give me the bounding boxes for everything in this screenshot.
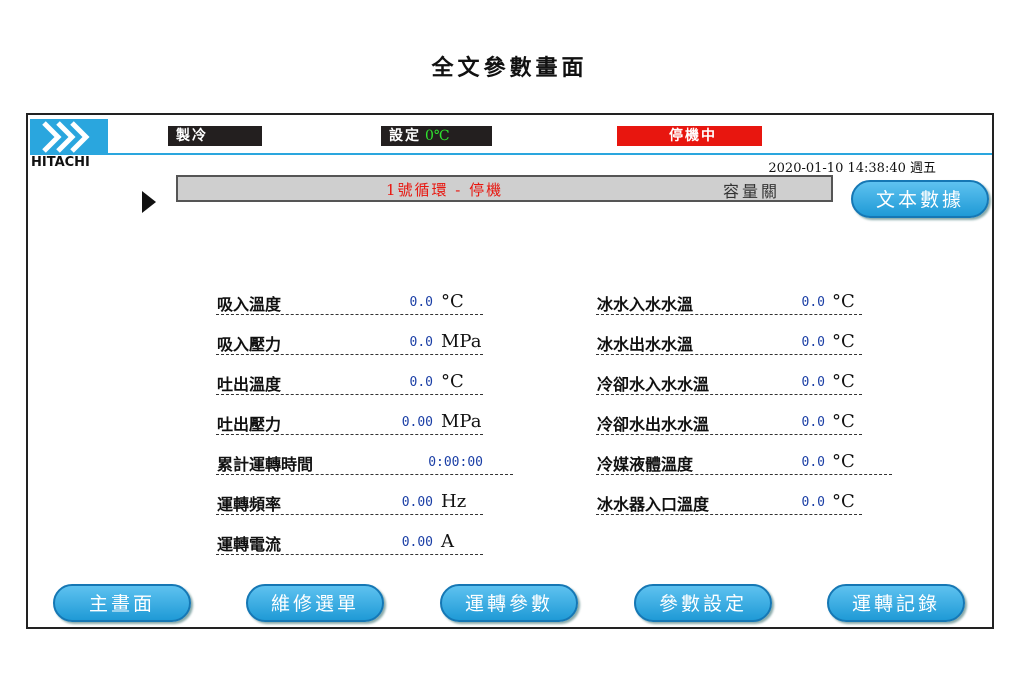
param-value: 0.00 xyxy=(401,415,433,430)
param-unit: Hz xyxy=(441,491,467,512)
hitachi-arrows-icon xyxy=(30,119,108,155)
nav-operation-params-button[interactable]: 運轉參數 xyxy=(440,584,578,622)
nav-operation-log-button[interactable]: 運轉記錄 xyxy=(827,584,965,622)
nav-main-screen-button[interactable]: 主畫面 xyxy=(53,584,191,622)
param-row: 冰水出水水溫 0.0 °C xyxy=(596,331,862,355)
param-row: 運轉電流 0.00 A xyxy=(216,531,483,555)
header-divider xyxy=(108,153,992,155)
mode-badge: 製冷 xyxy=(168,126,262,146)
param-label: 冷媒液體溫度 xyxy=(597,455,694,474)
param-label: 冰水入水水溫 xyxy=(597,295,694,314)
param-label: 運轉頻率 xyxy=(217,495,282,514)
setpoint-badge: 設定 0℃ xyxy=(381,126,492,146)
status-badge: 停機中 xyxy=(617,126,762,146)
param-label: 冰水器入口溫度 xyxy=(597,495,710,514)
param-row: 吸入壓力 0.0 MPa xyxy=(216,331,483,355)
param-value: 0.0 xyxy=(409,335,433,350)
param-label: 吐出壓力 xyxy=(217,415,282,434)
datetime: 2020-01-10 14:38:40 週五 xyxy=(768,161,936,176)
status-bar: 1號循環 - 停機 容量關 xyxy=(176,175,833,202)
param-value: 0.0 xyxy=(409,375,433,390)
play-icon xyxy=(142,191,156,213)
param-row: 冷卻水入水水溫 0.0 °C xyxy=(596,371,862,395)
param-value: 0.00 xyxy=(401,535,433,550)
param-unit: MPa xyxy=(441,331,482,352)
param-unit: °C xyxy=(832,451,855,472)
param-unit: A xyxy=(441,531,454,552)
setpoint-value: 0℃ xyxy=(425,128,450,144)
param-unit: °C xyxy=(832,411,855,432)
param-label: 累計運轉時間 xyxy=(217,455,314,474)
param-unit: °C xyxy=(832,291,855,312)
param-unit: °C xyxy=(441,371,464,392)
param-row: 累計運轉時間 0:00:00 xyxy=(216,451,513,475)
param-row: 冰水入水水溫 0.0 °C xyxy=(596,291,862,315)
param-label: 冷卻水出水水溫 xyxy=(597,415,710,434)
param-label: 冰水出水水溫 xyxy=(597,335,694,354)
param-unit: °C xyxy=(441,291,464,312)
param-value: 0.0 xyxy=(801,375,825,390)
param-row: 吐出壓力 0.00 MPa xyxy=(216,411,483,435)
param-row: 吐出溫度 0.0 °C xyxy=(216,371,483,395)
param-value: 0.00 xyxy=(401,495,433,510)
param-row: 冷卻水出水水溫 0.0 °C xyxy=(596,411,862,435)
param-value: 0.0 xyxy=(801,455,825,470)
param-label: 運轉電流 xyxy=(217,535,282,554)
param-unit: °C xyxy=(832,491,855,512)
hmi-screen: HITACHI 製冷 設定 0℃ 停機中 2020-01-10 14:38:40 … xyxy=(26,113,994,629)
param-value: 0.0 xyxy=(801,415,825,430)
nav-maintenance-menu-button[interactable]: 維修選單 xyxy=(246,584,384,622)
loop-status: 1號循環 - 停機 xyxy=(386,181,504,199)
param-label: 冷卻水入水水溫 xyxy=(597,375,710,394)
param-value: 0.0 xyxy=(801,335,825,350)
param-unit: °C xyxy=(832,331,855,352)
param-unit: MPa xyxy=(441,411,482,432)
param-label: 吸入壓力 xyxy=(217,335,282,354)
param-value: 0:00:00 xyxy=(428,455,483,470)
param-label: 吸入溫度 xyxy=(217,295,282,314)
page-caption: 全文參數畫面 xyxy=(431,56,588,81)
param-value: 0.0 xyxy=(409,295,433,310)
setpoint-label: 設定 xyxy=(389,128,421,144)
capacity-status: 容量關 xyxy=(723,182,781,201)
param-row: 冷媒液體溫度 0.0 °C xyxy=(596,451,892,475)
text-data-button[interactable]: 文本數據 xyxy=(851,180,989,218)
param-row: 運轉頻率 0.00 Hz xyxy=(216,491,483,515)
param-label: 吐出溫度 xyxy=(217,375,282,394)
nav-param-settings-button[interactable]: 參數設定 xyxy=(634,584,772,622)
param-row: 冰水器入口溫度 0.0 °C xyxy=(596,491,862,515)
param-unit: °C xyxy=(832,371,855,392)
brand-logo: HITACHI xyxy=(31,155,90,170)
param-value: 0.0 xyxy=(801,295,825,310)
param-value: 0.0 xyxy=(801,495,825,510)
param-row: 吸入溫度 0.0 °C xyxy=(216,291,483,315)
